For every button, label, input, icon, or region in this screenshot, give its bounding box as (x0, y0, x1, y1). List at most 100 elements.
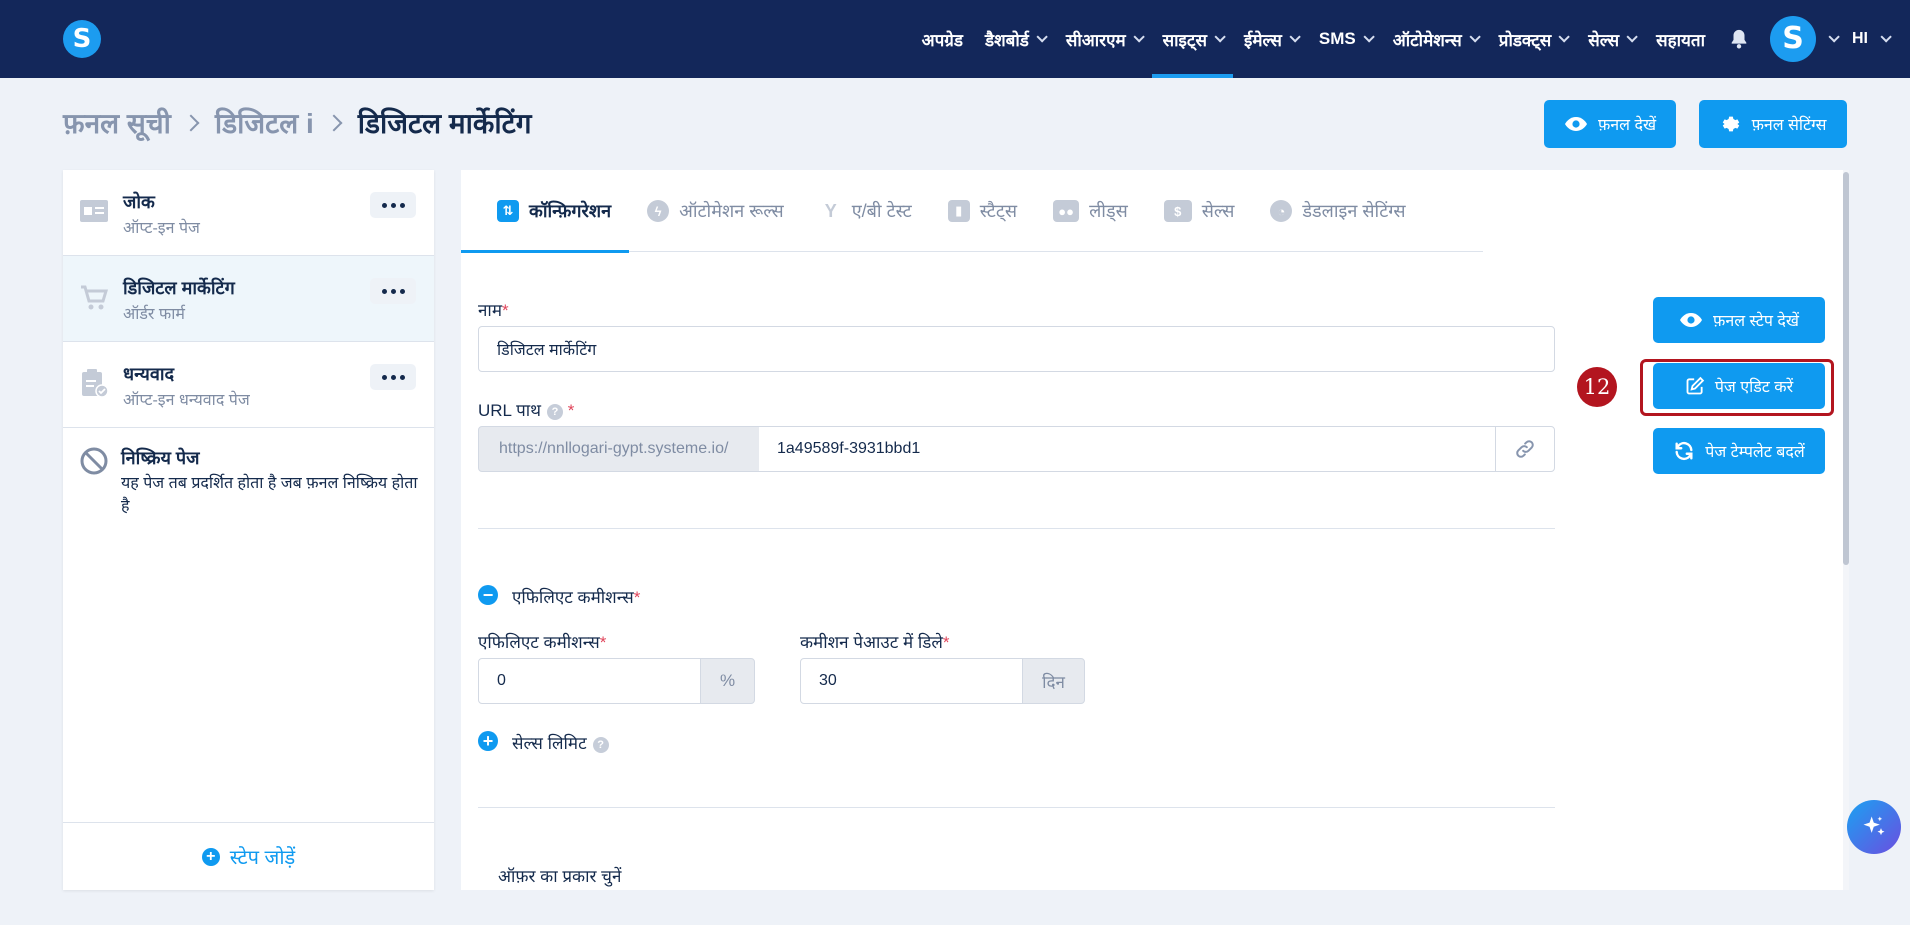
bell-icon[interactable] (1728, 28, 1750, 50)
chevron-down-icon (1214, 31, 1226, 43)
breadcrumb: फ़नल सूची डिजिटल i डिजिटल मार्केटिंग (63, 104, 532, 142)
nav-upgrade[interactable]: अपग्रेड (911, 0, 974, 78)
clipboard-check-icon (82, 369, 109, 398)
nav-products[interactable]: प्रोडक्ट्स (1488, 0, 1578, 78)
nav-crm[interactable]: सीआरएम (1055, 0, 1152, 78)
affiliate-commission-label: एफिलिएट कमीशन्स* (478, 633, 607, 652)
sparkle-icon (1863, 816, 1885, 836)
affiliate-section-label: एफिलिएट कमीशन्स* (512, 588, 641, 607)
chevron-down-icon (1289, 31, 1301, 43)
help-icon[interactable]: ? (547, 404, 564, 420)
affiliate-commission-input[interactable]: 0 (478, 658, 701, 704)
optin-page-icon (80, 200, 108, 222)
gear-icon (1722, 116, 1739, 132)
users-icon: ●● (1053, 200, 1080, 222)
bolt-icon: ϟ (647, 200, 670, 222)
payout-delay-input[interactable]: 30 (800, 658, 1023, 704)
view-funnel-step-button[interactable]: फ़नल स्टेप देखें (1653, 297, 1825, 343)
chevron-right-icon (325, 114, 343, 132)
bar-chart-icon: ▮ (947, 200, 970, 222)
url-prefix: https://nnllogari-gypt.systeme.io/ (478, 426, 760, 472)
name-label: नाम* (478, 301, 509, 320)
chevron-down-icon (1133, 31, 1145, 43)
breadcrumb-funnel[interactable]: डिजिटल i (215, 104, 314, 142)
nav-sms[interactable]: SMS (1308, 0, 1382, 78)
breadcrumb-funnel-list[interactable]: फ़नल सूची (63, 104, 171, 142)
link-icon (1516, 440, 1534, 458)
chevron-down-icon (1363, 31, 1375, 43)
step-menu-button[interactable] (370, 278, 416, 304)
view-funnel-button[interactable]: फ़नल देखें (1544, 100, 1676, 148)
sales-limit-label: सेल्स लिमिट? (512, 731, 609, 754)
collapse-affiliate-button[interactable]: − (478, 585, 498, 605)
chevron-down-icon (1558, 31, 1571, 43)
tab-deadline-settings[interactable]: ◔ डेडलाइन सेटिंग्स (1252, 170, 1423, 252)
percent-addon: % (700, 658, 755, 704)
step-menu-button[interactable] (370, 192, 416, 218)
funnel-step-digital-marketing[interactable]: डिजिटल मार्केटिंग ऑर्डर फार्म (63, 256, 434, 342)
tab-configuration[interactable]: ⇅ कॉन्फ़िगरेशन (461, 170, 630, 253)
sliders-icon: ⇅ (497, 200, 519, 222)
nav-dashboard[interactable]: डैशबोर्ड (974, 0, 1055, 78)
payout-delay-label: कमीशन पेआउट में डिले* (800, 633, 950, 652)
inactive-page-description: यह पेज तब प्रदर्शित होता है जब फ़नल निष्… (121, 475, 418, 515)
split-icon: Y (824, 200, 837, 221)
name-input[interactable]: डिजिटल मार्केटिंग (478, 326, 1555, 372)
funnel-settings-button[interactable]: फ़नल सेटिंग्स (1699, 100, 1847, 148)
divider (478, 528, 1555, 529)
add-step-button[interactable]: + स्टेप जोड़ें (63, 822, 434, 890)
expand-sales-limit-button[interactable]: + (478, 731, 498, 751)
eye-icon (1680, 313, 1703, 327)
language-selector[interactable]: HI (1852, 30, 1910, 48)
chevron-down-icon (1626, 31, 1638, 43)
nav-automations[interactable]: ऑटोमेशन्स (1382, 0, 1488, 78)
step-menu-button[interactable] (370, 364, 416, 390)
avatar[interactable]: S (1770, 16, 1816, 62)
funnel-steps-panel: जोक ऑप्ट-इन पेज डिजिटल मार्केटिंग ऑर्डर … (63, 170, 434, 890)
systeme-logo[interactable]: S (63, 20, 101, 58)
tab-leads[interactable]: ●● लीड्स (1035, 170, 1146, 252)
eye-icon (1564, 117, 1587, 131)
chevron-down-icon[interactable] (1828, 31, 1840, 43)
nav-sites[interactable]: साइट्स (1151, 0, 1234, 78)
clock-icon: ◔ (1270, 200, 1293, 222)
divider (478, 807, 1555, 808)
breadcrumb-current-step: डिजिटल मार्केटिंग (357, 108, 532, 139)
tab-automation-rules[interactable]: ϟ ऑटोमेशन रूल्स (629, 170, 802, 252)
scrollbar-thumb[interactable] (1843, 172, 1849, 565)
highlight-box (1640, 359, 1834, 416)
nav-help[interactable]: सहायता (1645, 0, 1716, 78)
plus-circle-icon: + (201, 847, 220, 866)
copy-link-button[interactable] (1495, 426, 1555, 472)
ai-assistant-button[interactable] (1847, 800, 1901, 854)
chevron-right-icon (182, 114, 200, 132)
top-navbar: S अपग्रेड डैशबोर्ड सीआरएम साइट्स ईमेल्स … (0, 0, 1910, 78)
step-type: ऑप्ट-इन पेज (123, 220, 200, 237)
url-path-input[interactable]: 1a49589f-3931bbd1 (759, 426, 1496, 472)
refresh-icon (1675, 441, 1693, 461)
step-title: डिजिटल मार्केटिंग (123, 278, 235, 298)
nav-sales[interactable]: सेल्स (1577, 0, 1645, 78)
step-type: ऑप्ट-इन धन्यवाद पेज (123, 392, 250, 409)
offer-type-label: ऑफ़र का प्रकार चुनें (498, 867, 622, 886)
help-icon[interactable]: ? (592, 737, 609, 753)
url-path-label: URL पाथ? * (478, 401, 575, 420)
nav-emails[interactable]: ईमेल्स (1233, 0, 1308, 78)
step-number-badge: 12 (1577, 367, 1617, 407)
chevron-down-icon (1036, 31, 1048, 43)
ban-icon (80, 447, 108, 475)
dollar-icon: $ (1163, 200, 1192, 222)
step-config-panel: ⇅ कॉन्फ़िगरेशन ϟ ऑटोमेशन रूल्स Y ए/बी टेस्ट… (461, 170, 1844, 890)
change-template-button[interactable]: पेज टेम्पलेट बदलें (1653, 428, 1825, 474)
inactive-page-title[interactable]: निष्क्रिय पेज (121, 446, 200, 470)
funnel-step-joke[interactable]: जोक ऑप्ट-इन पेज (63, 170, 434, 256)
step-type: ऑर्डर फार्म (123, 306, 185, 323)
days-addon: दिन (1022, 658, 1085, 704)
cart-icon (81, 285, 109, 310)
step-title: धन्यवाद (123, 364, 175, 384)
tab-ab-test[interactable]: Y ए/बी टेस्ट (802, 170, 930, 252)
tab-stats[interactable]: ▮ स्टैट्स (930, 170, 1035, 252)
funnel-step-thank-you[interactable]: धन्यवाद ऑप्ट-इन धन्यवाद पेज (63, 342, 434, 428)
tab-sales[interactable]: $ सेल्स (1146, 170, 1253, 252)
chevron-down-icon (1880, 31, 1892, 43)
